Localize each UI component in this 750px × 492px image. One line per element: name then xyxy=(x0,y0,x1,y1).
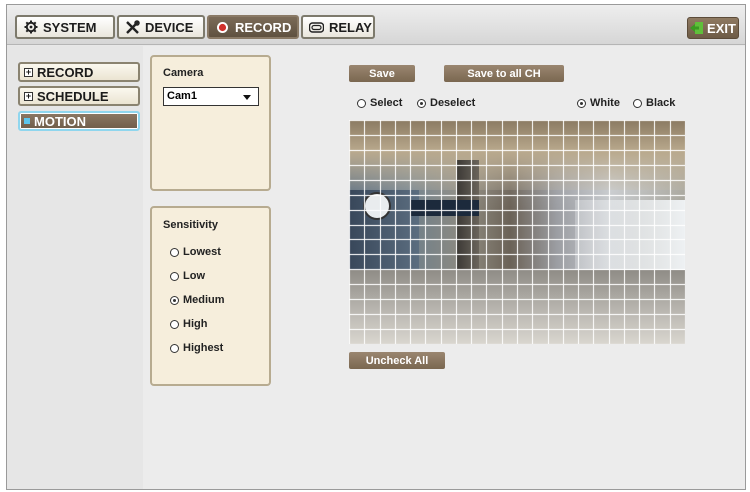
motion-settings-panel: Camera Cam1 Sensitivity Lowest Low Mediu… xyxy=(143,46,745,489)
record-icon xyxy=(215,20,230,35)
grid-color-black-label: Black xyxy=(646,97,676,109)
tab-record[interactable]: RECORD xyxy=(207,15,299,39)
camera-title: Camera xyxy=(163,67,204,79)
uncheck-all-button[interactable]: Uncheck All xyxy=(349,352,445,369)
save-to-all-channels-button[interactable]: Save to all CH xyxy=(444,65,564,82)
camera-panel: Camera Cam1 xyxy=(150,55,271,191)
exit-door-icon xyxy=(690,21,704,35)
radio-selected-icon xyxy=(170,295,179,305)
grid-lines[interactable] xyxy=(349,120,685,344)
sensitivity-option-label: Highest xyxy=(183,342,224,354)
sensitivity-option-label: Lowest xyxy=(183,246,221,258)
chevron-down-icon xyxy=(243,95,251,100)
sidebar-item-schedule[interactable]: + SCHEDULE xyxy=(18,86,140,106)
tab-system-label: SYSTEM xyxy=(43,19,97,35)
radio-icon xyxy=(633,98,642,108)
radio-icon xyxy=(170,271,179,281)
mode-deselect-option[interactable]: Deselect xyxy=(417,97,475,109)
top-navigation-bar: SYSTEM DEVICE RECORD RELAY EXIT xyxy=(7,5,745,45)
grid-color-black-option[interactable]: Black xyxy=(633,97,675,109)
mode-select-option[interactable]: Select xyxy=(357,97,402,109)
camera-select-value: Cam1 xyxy=(167,90,197,102)
sidebar-item-label: RECORD xyxy=(37,64,94,80)
radio-icon xyxy=(170,247,179,257)
tab-device-label: DEVICE xyxy=(145,19,194,35)
radio-icon xyxy=(170,343,179,353)
sidebar-item-record[interactable]: + RECORD xyxy=(18,62,140,82)
sidebar: + RECORD + SCHEDULE MOTION xyxy=(7,46,143,489)
camera-select[interactable]: Cam1 xyxy=(163,87,259,106)
sidebar-item-label: MOTION xyxy=(34,113,86,129)
save-button[interactable]: Save xyxy=(349,65,415,82)
radio-icon xyxy=(357,98,366,108)
radio-icon xyxy=(170,319,179,329)
expand-icon: + xyxy=(24,90,33,101)
expand-icon: + xyxy=(24,66,33,77)
tab-relay[interactable]: RELAY xyxy=(301,15,375,39)
sensitivity-option-label: Medium xyxy=(183,294,225,306)
gear-icon xyxy=(23,20,38,35)
sensitivity-panel: Sensitivity Lowest Low Medium High Highe… xyxy=(150,206,271,386)
exit-label: EXIT xyxy=(707,20,736,36)
tab-relay-label: RELAY xyxy=(329,19,372,35)
sensitivity-option-highest[interactable]: Highest xyxy=(170,342,223,354)
sensitivity-option-lowest[interactable]: Lowest xyxy=(170,246,221,258)
tab-system[interactable]: SYSTEM xyxy=(15,15,115,39)
grid-color-white-label: White xyxy=(590,97,620,109)
active-marker-icon xyxy=(24,118,30,124)
sensitivity-option-label: Low xyxy=(183,270,205,282)
sensitivity-option-medium[interactable]: Medium xyxy=(170,294,225,306)
sensitivity-option-low[interactable]: Low xyxy=(170,270,205,282)
mode-deselect-label: Deselect xyxy=(430,97,476,109)
relay-icon xyxy=(309,20,324,35)
motion-detection-grid[interactable] xyxy=(349,120,685,344)
tools-icon xyxy=(125,19,140,35)
tab-device[interactable]: DEVICE xyxy=(117,15,205,39)
radio-selected-icon xyxy=(577,98,586,108)
tab-record-label: RECORD xyxy=(235,19,292,35)
grid-color-white-option[interactable]: White xyxy=(577,97,620,109)
mode-select-label: Select xyxy=(370,97,403,109)
sidebar-item-motion[interactable]: MOTION xyxy=(18,111,140,131)
sidebar-item-label: SCHEDULE xyxy=(37,88,109,104)
exit-button[interactable]: EXIT xyxy=(687,17,739,39)
sensitivity-title: Sensitivity xyxy=(163,219,219,231)
sensitivity-option-high[interactable]: High xyxy=(170,318,207,330)
sensitivity-option-label: High xyxy=(183,318,208,330)
dvr-settings-window: SYSTEM DEVICE RECORD RELAY EXIT + RECORD… xyxy=(6,4,746,490)
radio-selected-icon xyxy=(417,98,426,108)
